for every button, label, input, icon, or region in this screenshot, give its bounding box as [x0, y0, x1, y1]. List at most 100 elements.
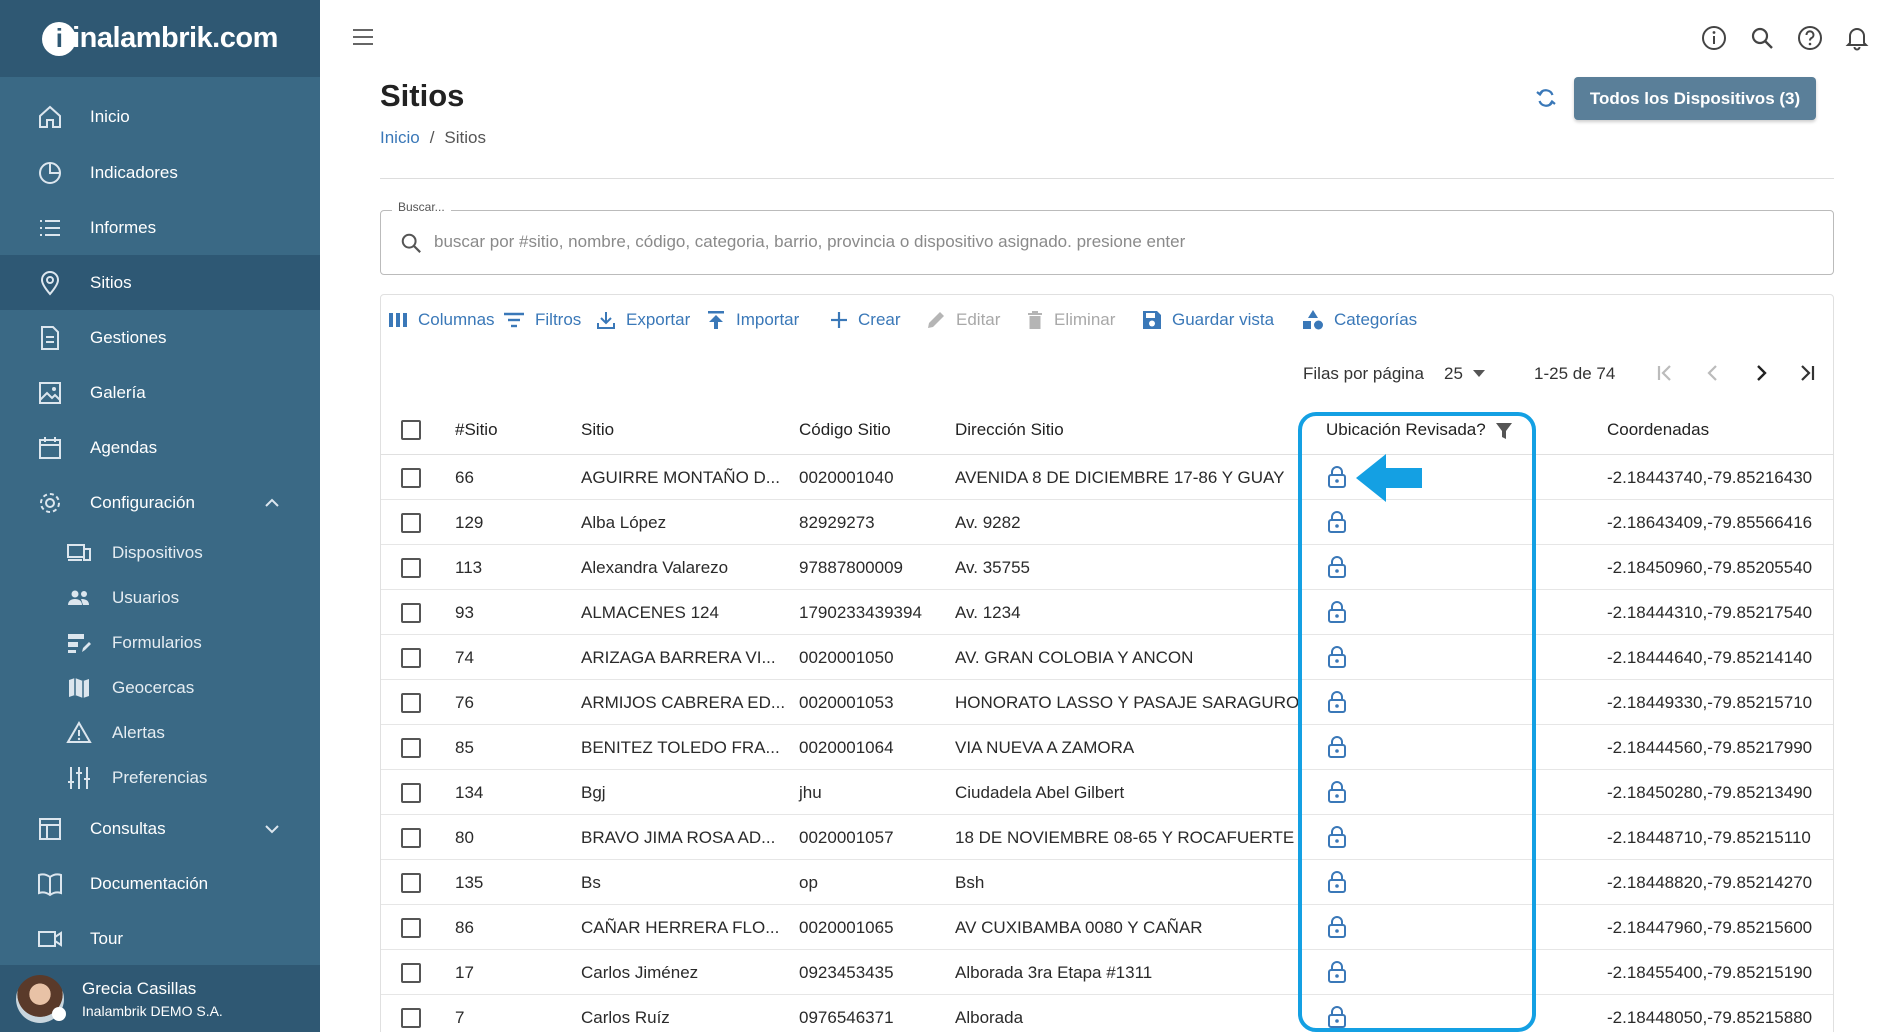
row-checkbox[interactable] [401, 648, 421, 668]
row-divider [381, 904, 1833, 905]
cell-address: Av. 1234 [955, 603, 1021, 622]
user-name: Grecia Casillas [82, 978, 197, 998]
sidebar-subitem-formularios[interactable]: Formularios [0, 620, 320, 665]
app-logo[interactable]: i inalambrik.com [42, 21, 278, 56]
cell-address: Av. 35755 [955, 558, 1030, 577]
row-checkbox[interactable] [401, 873, 421, 893]
column-header-site[interactable]: Sitio [581, 420, 614, 440]
cell-site: Bgj [581, 783, 606, 802]
logo-mark: i [42, 21, 77, 56]
categories-label: Categorías [1334, 310, 1418, 329]
arrow-left-icon [1356, 454, 1424, 507]
chevron-up-icon[interactable] [264, 493, 280, 513]
sidebar-subitem-geocercas[interactable]: Geocercas [0, 665, 320, 710]
cell-code: op [799, 873, 818, 892]
delete-button[interactable]: Eliminar [1026, 306, 1115, 334]
cell-id: 76 [455, 693, 474, 712]
filters-label: Filtros [535, 310, 582, 329]
sidebar-subitem-label: Preferencias [112, 767, 208, 787]
columns-button[interactable]: Columnas [388, 306, 495, 334]
sidebar-subitem-preferencias[interactable]: Preferencias [0, 755, 320, 800]
sidebar-subitem-alertas[interactable]: Alertas [0, 710, 320, 755]
sidebar: i inalambrik.com Inicio Indicadores Informe… [0, 0, 320, 1032]
sidebar-item-consultas[interactable]: Consultas [0, 801, 320, 856]
warning-icon [66, 720, 92, 746]
sidebar-item-sitios[interactable]: Sitios [0, 255, 320, 310]
column-header-coordinates[interactable]: Coordenadas [1607, 420, 1709, 440]
save-view-label: Guardar vista [1172, 310, 1275, 329]
cell-code: 0020001064 [799, 738, 894, 757]
create-button[interactable]: Crear [830, 306, 901, 334]
list-icon [36, 214, 64, 242]
info-icon[interactable] [1700, 24, 1728, 52]
previous-page-icon[interactable] [1703, 362, 1723, 389]
chevron-down-icon[interactable] [264, 819, 280, 839]
search-icon [400, 232, 422, 259]
sidebar-subitem-usuarios[interactable]: Usuarios [0, 575, 320, 620]
export-button[interactable]: Exportar [596, 306, 690, 334]
sidebar-item-galeria[interactable]: Galería [0, 365, 320, 420]
sidebar-item-tour[interactable]: Tour [0, 911, 320, 966]
bell-icon[interactable] [1843, 24, 1871, 52]
sidebar-subitem-dispositivos[interactable]: Dispositivos [0, 530, 320, 575]
row-checkbox[interactable] [401, 468, 421, 488]
row-checkbox[interactable] [401, 963, 421, 983]
cell-site: Alexandra Valarezo [581, 558, 729, 577]
document-icon [36, 324, 64, 352]
sidebar-item-informes[interactable]: Informes [0, 200, 320, 255]
search-icon[interactable] [1748, 24, 1776, 52]
row-divider [381, 994, 1833, 995]
cell-site: Bs [581, 873, 601, 892]
cell-code: 0923453435 [799, 963, 894, 982]
refresh-icon[interactable] [1534, 86, 1558, 115]
row-checkbox[interactable] [401, 828, 421, 848]
sidebar-item-configuracion[interactable]: Configuración [0, 475, 320, 530]
column-header-id[interactable]: #Sitio [455, 420, 498, 440]
breadcrumb-home-link[interactable]: Inicio [380, 128, 420, 148]
user-profile[interactable]: Grecia Casillas Inalambrik DEMO S.A. [0, 965, 320, 1032]
next-page-icon[interactable] [1751, 362, 1771, 389]
breadcrumb-separator: / [429, 128, 435, 147]
rows-per-page-select[interactable]: 25 [1444, 364, 1485, 384]
row-checkbox[interactable] [401, 738, 421, 758]
column-header-code[interactable]: Código Sitio [799, 420, 891, 440]
sidebar-item-inicio[interactable]: Inicio [0, 89, 320, 144]
save-view-button[interactable]: Guardar vista [1142, 306, 1274, 334]
categories-button[interactable]: Categorías [1302, 306, 1417, 334]
sidebar-subitem-label: Geocercas [112, 677, 195, 697]
cell-code: 97887800009 [799, 558, 904, 577]
cell-id: 129 [455, 513, 484, 532]
all-devices-button[interactable]: Todos los Dispositivos (3) [1574, 77, 1816, 120]
search-input[interactable] [434, 228, 1814, 256]
cell-id: 93 [455, 603, 474, 622]
row-checkbox[interactable] [401, 558, 421, 578]
edit-button[interactable]: Editar [926, 306, 1000, 334]
sidebar-subitem-label: Alertas [112, 722, 165, 742]
row-checkbox[interactable] [401, 918, 421, 938]
cell-coordinates: -2.18444310,-79.85217540 [1607, 603, 1813, 622]
sidebar-item-gestiones[interactable]: Gestiones [0, 310, 320, 365]
cell-coordinates: -2.18447960,-79.85215600 [1607, 918, 1813, 937]
first-page-icon[interactable] [1655, 362, 1675, 389]
sidebar-item-documentacion[interactable]: Documentación [0, 856, 320, 911]
sidebar-item-agendas[interactable]: Agendas [0, 420, 320, 475]
column-header-address[interactable]: Dirección Sitio [955, 420, 1064, 440]
row-checkbox[interactable] [401, 693, 421, 713]
row-checkbox[interactable] [401, 783, 421, 803]
sidebar-item-indicadores[interactable]: Indicadores [0, 145, 320, 200]
last-page-icon[interactable] [1797, 362, 1817, 389]
help-icon[interactable] [1796, 24, 1824, 52]
sidebar-item-label: Galería [90, 382, 146, 402]
users-icon [66, 585, 92, 611]
menu-icon[interactable] [352, 28, 374, 51]
import-button[interactable]: Importar [706, 306, 799, 334]
columns-icon [388, 311, 408, 329]
row-checkbox[interactable] [401, 513, 421, 533]
row-checkbox[interactable] [401, 1008, 421, 1028]
select-all-checkbox[interactable] [401, 420, 421, 440]
cell-coordinates: -2.18448710,-79.85215110 [1607, 828, 1811, 847]
sidebar-item-label: Consultas [90, 818, 166, 838]
row-checkbox[interactable] [401, 603, 421, 623]
cell-code: 82929273 [799, 513, 875, 532]
filters-button[interactable]: Filtros [503, 306, 581, 334]
